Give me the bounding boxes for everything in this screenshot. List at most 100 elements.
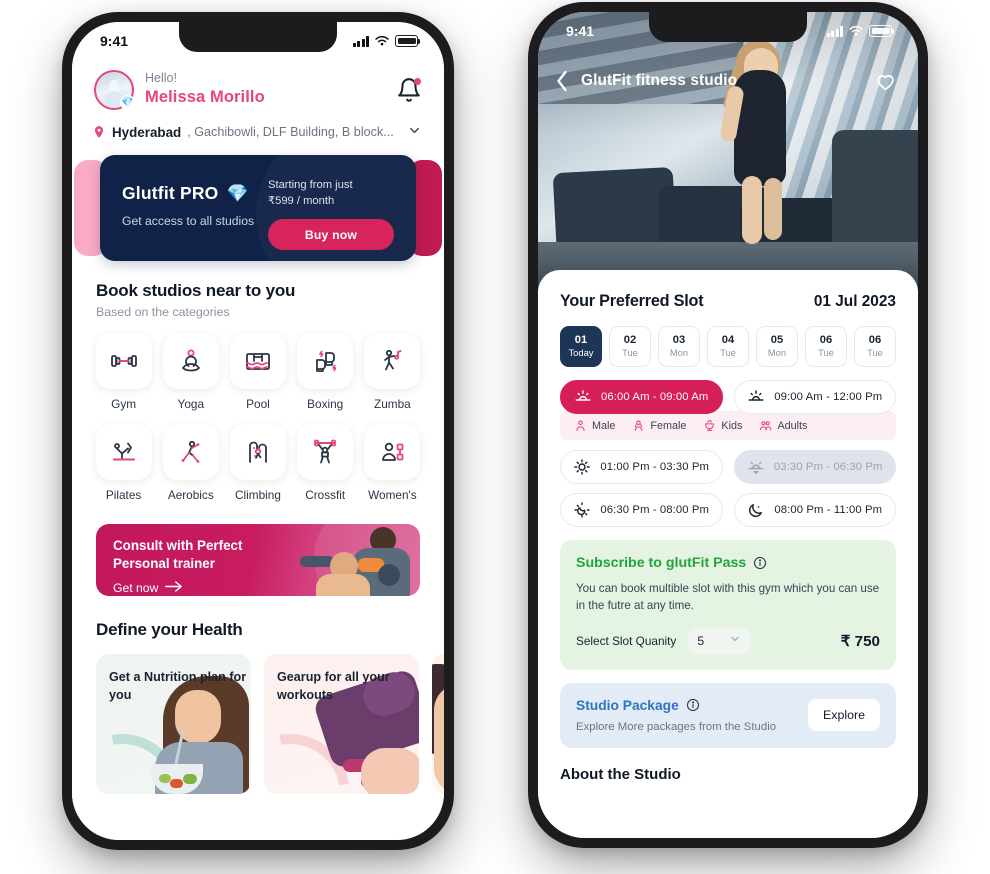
explore-button[interactable]: Explore — [807, 699, 880, 732]
carousel-dots[interactable] — [703, 809, 753, 814]
day-chip[interactable]: 02 Tue — [609, 326, 651, 367]
diamond-badge-icon: 💎 — [120, 95, 135, 110]
package-text: Studio Package Explore More packages fro… — [576, 698, 776, 733]
screenshot-stage: 9:41 💎 Hello! Melissa Morillo Hyderabad … — [0, 0, 990, 874]
glutfit-pass-card: Subscribe to glutFit Pass You can book m… — [560, 540, 896, 670]
timeslot-label: 01:00 Pm - 03:30 Pm — [600, 461, 710, 473]
promo-card-pro[interactable]: Glutfit PRO 💎 Get access to all studios … — [100, 155, 416, 261]
day-chip[interactable]: 06 Tue — [854, 326, 896, 367]
day-number: 05 — [770, 334, 784, 347]
timeslot-1300-1530[interactable]: 01:00 Pm - 03:30 Pm — [560, 450, 723, 484]
day-chip[interactable]: 04 Tue — [707, 326, 749, 367]
category-label: Crossfit — [305, 488, 346, 502]
health-card-title: Get a Nutrition plan for you — [109, 670, 247, 703]
category-pool[interactable]: Pool — [224, 333, 291, 411]
timeslot-0600-0900[interactable]: 06:00 Am - 09:00 Am — [560, 380, 723, 414]
carousel-dot[interactable] — [703, 809, 709, 814]
category-zumba[interactable]: Zumba — [359, 333, 426, 411]
day-number: 02 — [623, 334, 637, 347]
health-card-row: Get a Nutrition plan for you Gearup for … — [72, 654, 444, 794]
gender-label: Kids — [721, 419, 743, 432]
health-card-nutrition[interactable]: Get a Nutrition plan for you — [96, 654, 251, 794]
day-name: Mon — [767, 347, 787, 359]
trainer-line1: Consult with Perfect — [113, 538, 243, 553]
buy-now-button[interactable]: Buy now — [268, 219, 394, 251]
carousel-dot[interactable] — [736, 809, 742, 814]
gender-chip-kids[interactable]: Kids — [703, 419, 742, 432]
package-title-row: Studio Package — [576, 698, 776, 713]
category-aerobics[interactable]: Aerobics — [157, 424, 224, 502]
promo-subtitle: Get access to all studios — [122, 214, 255, 228]
notification-bell-icon[interactable] — [396, 77, 422, 103]
gender-chip-adults[interactable]: Adults — [759, 419, 807, 432]
aerobics-icon — [162, 424, 219, 480]
carousel-dot[interactable] — [714, 809, 720, 814]
slot-quantity-select[interactable]: 5 — [688, 627, 751, 654]
day-number: 06 — [819, 334, 833, 347]
package-title: Studio Package — [576, 697, 679, 713]
greeting-text: Hello! Melissa Morillo — [145, 71, 396, 108]
home-screen: 9:41 💎 Hello! Melissa Morillo Hyderabad … — [72, 22, 444, 840]
avatar[interactable]: 💎 — [94, 70, 135, 110]
trainer-banner[interactable]: Consult with Perfect Personal trainer Ge… — [96, 524, 420, 596]
phone-notch — [649, 12, 807, 42]
category-womens[interactable]: Women's — [359, 424, 426, 502]
category-yoga[interactable]: Yoga — [157, 333, 224, 411]
timeslot-1530-1830[interactable]: 03:30 Pm - 06:30 Pm — [733, 450, 896, 484]
chevron-down-icon[interactable] — [407, 123, 422, 141]
sun-icon — [574, 459, 591, 475]
slot-title: Your Preferred Slot — [560, 292, 704, 310]
category-crossfit[interactable]: Crossfit — [292, 424, 359, 502]
day-name: Tue — [622, 347, 638, 359]
timeslot-row: 06:00 Am - 09:00 Am 09:00 Am - 12:00 Pm — [560, 380, 896, 414]
health-card-next[interactable] — [432, 654, 444, 794]
heart-favorite-icon[interactable] — [875, 72, 896, 91]
day-chip[interactable]: 01 Today — [560, 326, 602, 367]
info-icon[interactable] — [686, 698, 700, 712]
timeslot-2000-2300[interactable]: 08:00 Pm - 11:00 Pm — [733, 493, 896, 527]
timeslot-1830-2000[interactable]: 06:30 Pm - 08:00 Pm — [560, 493, 723, 527]
studio-title: GlutFit fitness studio — [581, 72, 738, 89]
location-address: , Gachibowli, DLF Building, B block... — [187, 125, 394, 139]
gender-filter-bar: Male Female Kids Adults — [560, 411, 896, 440]
timeslot-row: 01:00 Pm - 03:30 Pm 03:30 Pm - 06:30 Pm — [560, 450, 896, 484]
yoga-lotus-icon — [162, 333, 219, 389]
timeslot-0900-1200[interactable]: 09:00 Am - 12:00 Pm — [733, 380, 896, 414]
chevron-down-icon — [729, 633, 741, 648]
home-content: 💎 Hello! Melissa Morillo Hyderabad , Gac… — [72, 22, 444, 840]
category-label: Gym — [111, 397, 137, 411]
location-row[interactable]: Hyderabad , Gachibowli, DLF Building, B … — [72, 110, 444, 141]
day-name: Today — [568, 347, 594, 359]
greeting-hello: Hello! — [145, 71, 177, 86]
status-time: 9:41 — [566, 23, 595, 39]
day-chip[interactable]: 05 Mon — [756, 326, 798, 367]
info-icon[interactable] — [753, 556, 767, 570]
carousel-dot[interactable] — [725, 809, 731, 814]
pass-title: Subscribe to glutFit Pass — [576, 555, 747, 571]
gender-chip-female[interactable]: Female — [632, 419, 686, 432]
promo-right: Starting from just ₹599 / month Buy now — [268, 177, 394, 251]
category-gym[interactable]: Gym — [90, 333, 157, 411]
category-boxing[interactable]: Boxing — [292, 333, 359, 411]
day-chip[interactable]: 03 Mon — [658, 326, 700, 367]
gender-chip-male[interactable]: Male — [574, 419, 615, 432]
timeslot-label: 06:30 Pm - 08:00 Pm — [600, 504, 710, 516]
trainer-cta[interactable]: Get now — [113, 581, 242, 595]
book-section-subtitle: Based on the categories — [96, 305, 230, 319]
health-card-gear[interactable]: Gearup for all your workouts — [264, 654, 419, 794]
back-chevron-icon[interactable] — [556, 70, 569, 92]
greeting-row: 💎 Hello! Melissa Morillo — [72, 56, 444, 110]
slot-header: Your Preferred Slot 01 Jul 2023 — [560, 292, 896, 311]
day-number: 03 — [672, 334, 686, 347]
category-climbing[interactable]: Climbing — [224, 424, 291, 502]
timeslot-label: 08:00 Pm - 11:00 Pm — [774, 504, 883, 516]
category-label: Women's — [368, 488, 417, 502]
timeslot-list-2: 01:00 Pm - 03:30 Pm 03:30 Pm - 06:30 Pm — [560, 450, 896, 527]
day-number: 01 — [574, 334, 588, 347]
category-pilates[interactable]: Pilates — [90, 424, 157, 502]
sunrise-icon — [748, 390, 764, 401]
day-chip[interactable]: 06 Tue — [805, 326, 847, 367]
sunrise-icon — [575, 390, 591, 401]
carousel-dot[interactable] — [747, 809, 753, 814]
status-icons — [826, 25, 895, 37]
